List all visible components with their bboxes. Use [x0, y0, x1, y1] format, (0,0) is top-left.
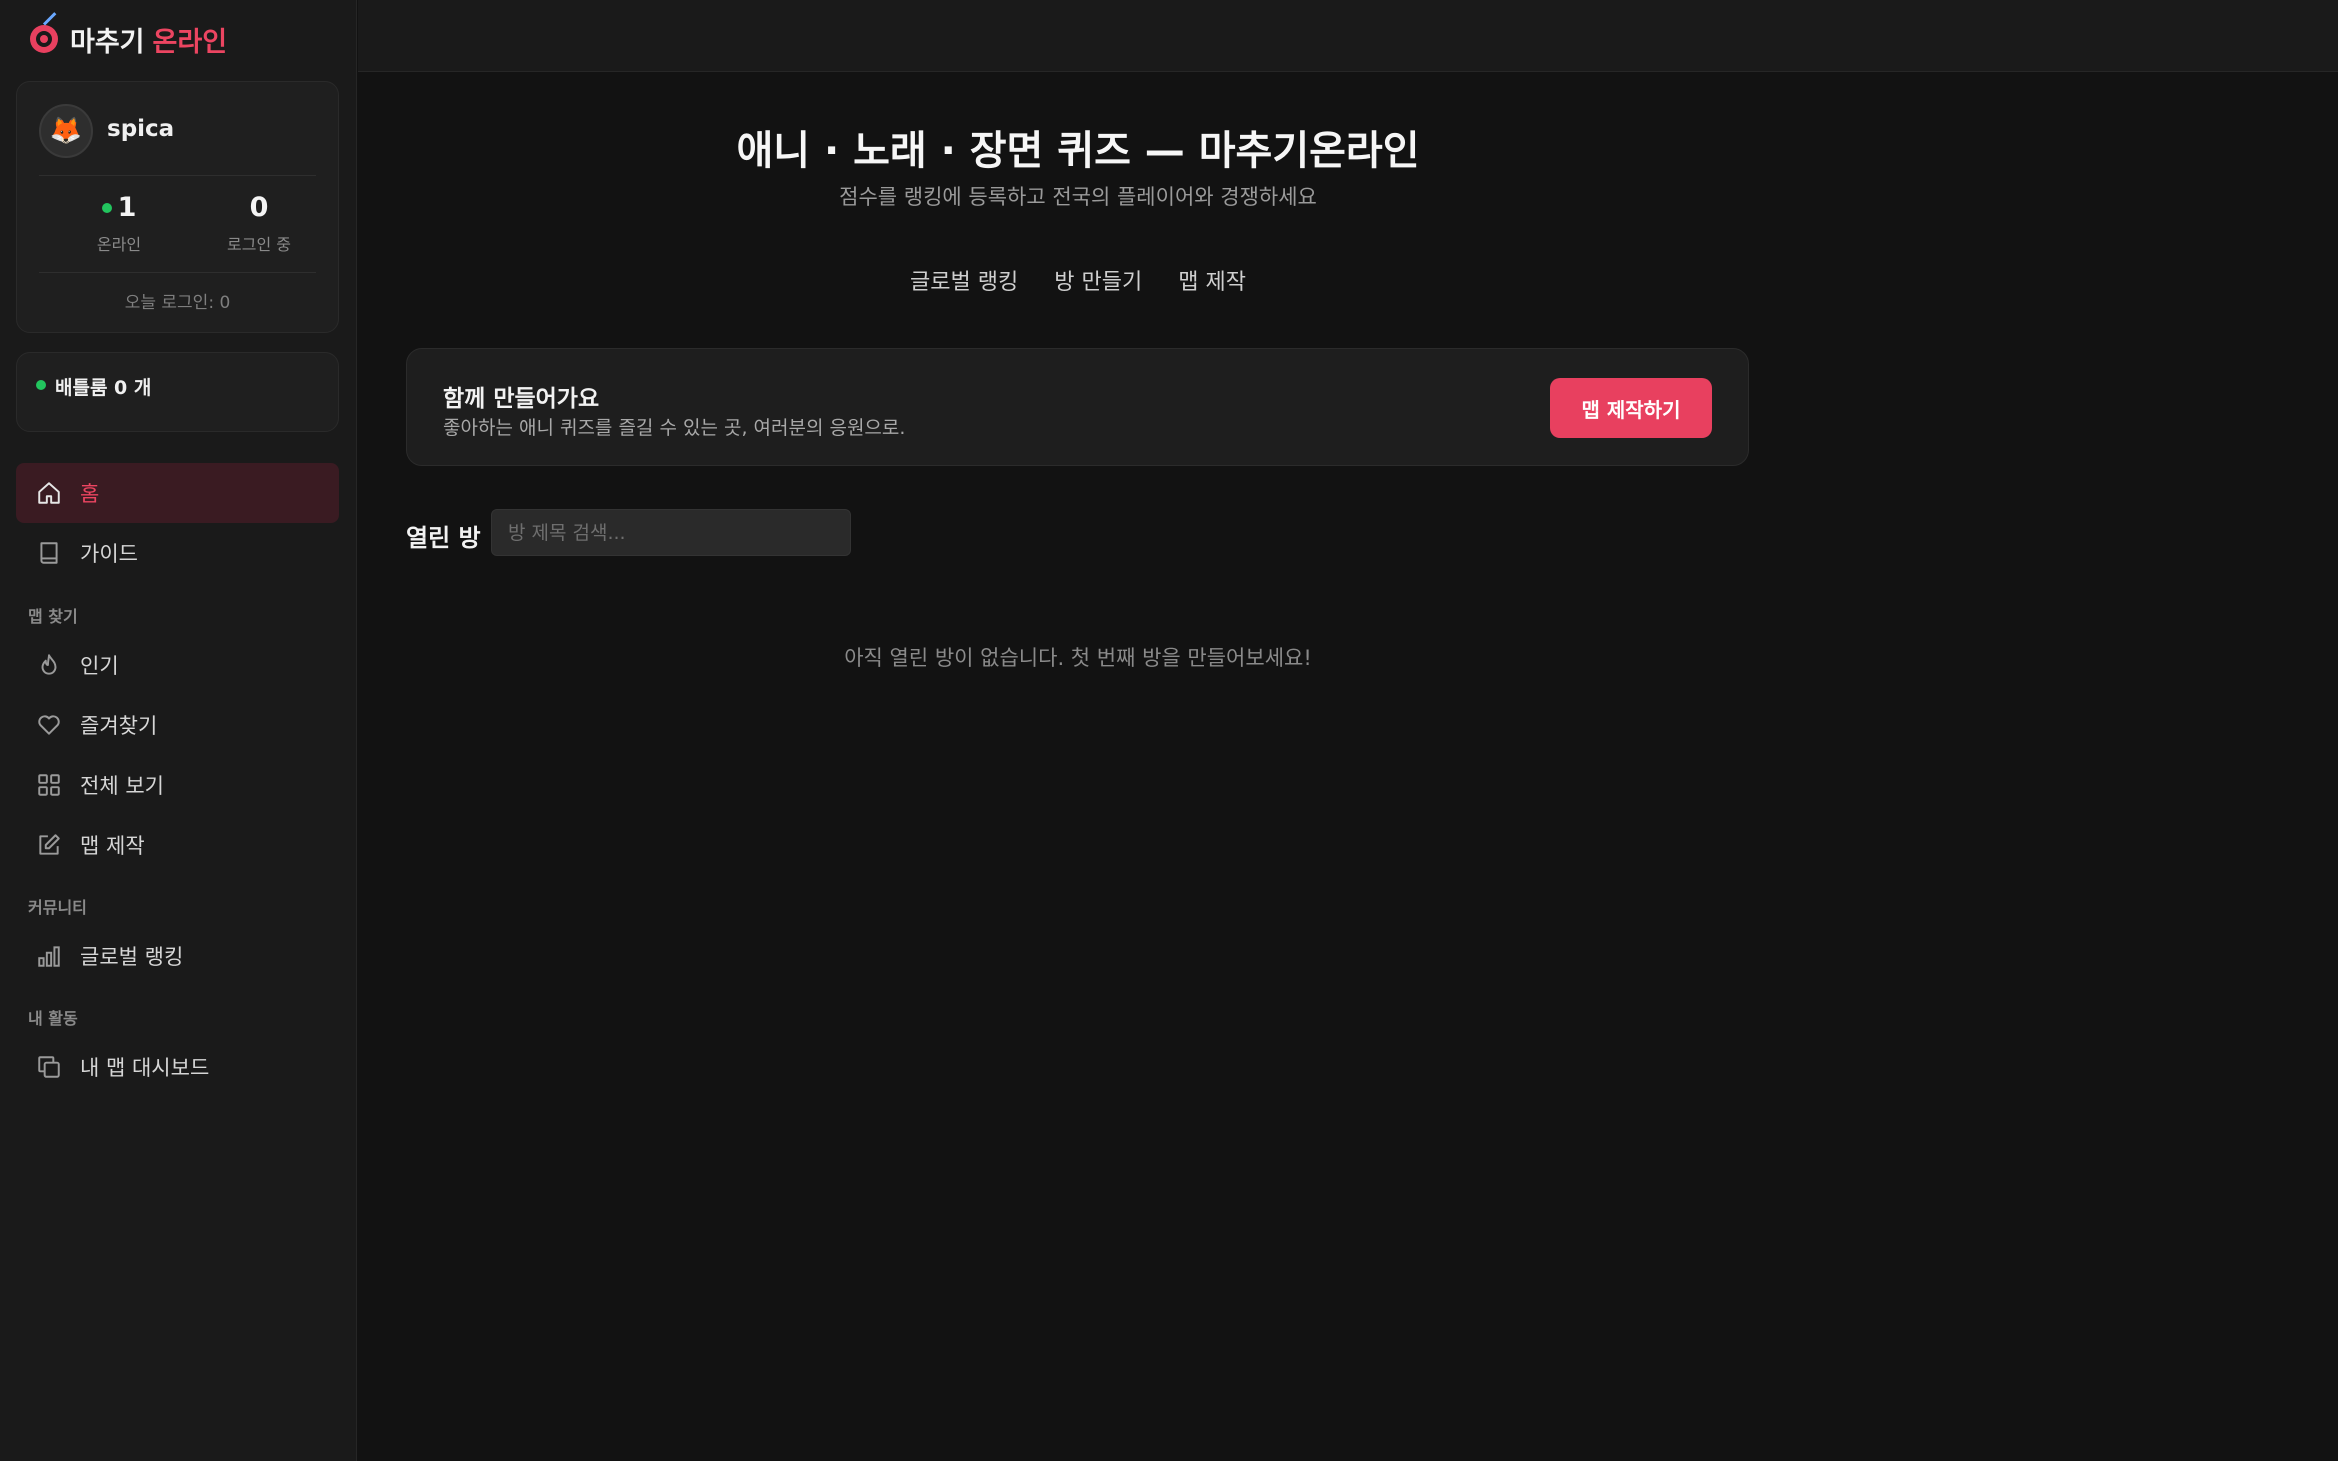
top-bar: [358, 0, 2338, 72]
avatar[interactable]: 🦊: [39, 104, 93, 158]
grid-icon: [36, 772, 62, 798]
sidebar-item-label: 즐겨찾기: [80, 714, 158, 738]
copy-icon: [36, 1054, 62, 1080]
promo-description: 좋아하는 애니 퀴즈를 즐길 수 있는 곳, 여러분의 응원으로.: [443, 417, 906, 439]
section-label-my-activity: 내 활동: [28, 1009, 78, 1028]
logged-in-count: 0: [249, 192, 269, 223]
quick-links: 글로벌 랭킹 방 만들기 맵 제작: [358, 264, 1798, 296]
link-create-room[interactable]: 방 만들기: [1054, 264, 1142, 296]
sidebar-item-label: 홈: [80, 482, 100, 506]
section-label-find-maps: 맵 찾기: [28, 607, 78, 626]
sidebar-item-label: 맵 제작: [80, 834, 145, 858]
open-rooms-heading: 열린 방: [406, 524, 481, 552]
home-icon: [36, 480, 62, 506]
brand-logo[interactable]: 마추기 온라인: [30, 12, 228, 58]
online-count: 1: [117, 192, 137, 223]
promo-title: 함께 만들어가요: [443, 386, 600, 412]
empty-rooms-message: 아직 열린 방이 없습니다. 첫 번째 방을 만들어보세요!: [844, 646, 1312, 670]
status-dot-icon: [36, 380, 46, 390]
sidebar-item-label: 전체 보기: [80, 774, 164, 798]
sidebar-item-label: 가이드: [80, 542, 138, 566]
heart-icon: [36, 712, 62, 738]
section-label-community: 커뮤니티: [28, 898, 87, 917]
sidebar: 마추기 온라인 🦊 spica 1 온라인 0 로그인 중 오늘 로그인: 0 …: [0, 0, 357, 1461]
battle-room-count: 배틀룸 0 개: [55, 377, 152, 399]
bar-chart-icon: [36, 943, 62, 969]
brand-name-part2: 온라인: [152, 26, 228, 58]
divider: [39, 272, 316, 273]
username: spica: [107, 116, 175, 142]
online-label: 온라인: [96, 235, 142, 254]
page-subtitle: 점수를 랭킹에 등록하고 전국의 플레이어와 경쟁하세요: [839, 185, 1317, 209]
link-global-ranking[interactable]: 글로벌 랭킹: [910, 264, 1018, 296]
sidebar-item-label: 글로벌 랭킹: [80, 945, 184, 969]
edit-icon: [36, 832, 62, 858]
brand-name-part1: 마추기: [70, 26, 145, 58]
profile-card: 🦊 spica 1 온라인 0 로그인 중 오늘 로그인: 0: [16, 81, 339, 333]
sidebar-item-popular[interactable]: 인기: [16, 635, 339, 695]
flame-icon: [36, 652, 62, 678]
room-search-input[interactable]: [491, 509, 851, 556]
sidebar-item-map-create[interactable]: 맵 제작: [16, 815, 339, 875]
create-map-button[interactable]: 맵 제작하기: [1550, 378, 1712, 438]
promo-banner: 함께 만들어가요 좋아하는 애니 퀴즈를 즐길 수 있는 곳, 여러분의 응원으…: [406, 348, 1749, 466]
link-map-create[interactable]: 맵 제작: [1178, 264, 1246, 296]
divider: [39, 175, 316, 176]
sidebar-item-my-dashboard[interactable]: 내 맵 대시보드: [16, 1037, 339, 1097]
sidebar-item-label: 인기: [80, 654, 119, 678]
online-stat: 1 온라인: [59, 192, 179, 255]
target-dart-icon: [30, 12, 58, 53]
book-icon: [36, 540, 62, 566]
online-dot-icon: [101, 202, 112, 213]
sidebar-item-global-ranking[interactable]: 글로벌 랭킹: [16, 926, 339, 986]
page-title: 애니 · 노래 · 장면 퀴즈 — 마추기온라인: [736, 128, 1420, 174]
sidebar-item-guide[interactable]: 가이드: [16, 523, 339, 583]
sidebar-item-home[interactable]: 홈: [16, 463, 339, 523]
today-login-count: 오늘 로그인: 0: [124, 293, 231, 313]
sidebar-item-view-all[interactable]: 전체 보기: [16, 755, 339, 815]
battle-room-card[interactable]: 배틀룸 0 개: [16, 352, 339, 432]
sidebar-item-favorites[interactable]: 즐겨찾기: [16, 695, 339, 755]
sidebar-item-label: 내 맵 대시보드: [80, 1056, 210, 1080]
logged-in-label: 로그인 중: [227, 235, 291, 254]
logged-in-stat: 0 로그인 중: [199, 192, 319, 255]
